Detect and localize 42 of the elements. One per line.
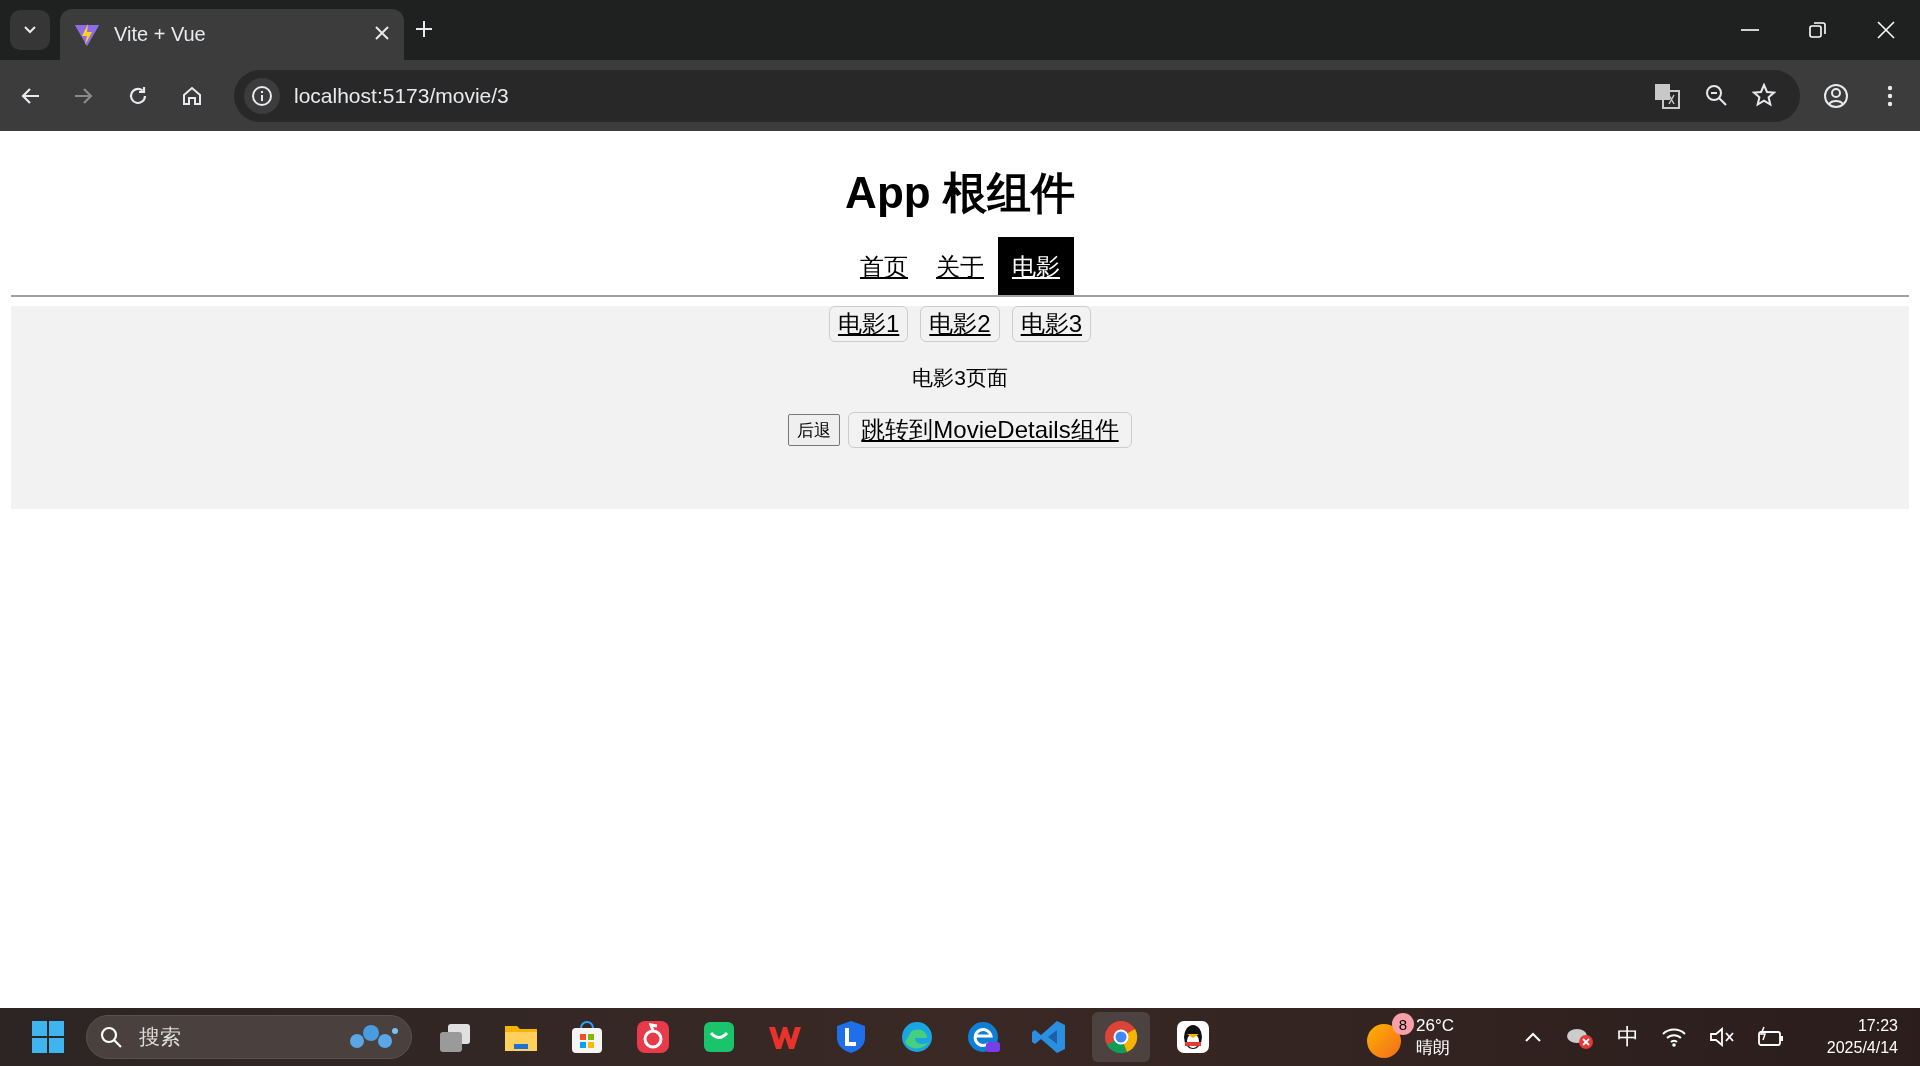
clock-time[interactable]: 17:23 <box>1857 1015 1898 1037</box>
reload-icon <box>127 84 149 107</box>
search-input-field[interactable]: 搜索 <box>137 1024 333 1050</box>
tab-title: Vite + Vue <box>114 23 207 46</box>
movie-link[interactable]: 电影3 <box>1011 306 1092 342</box>
temperature-text: 26°C <box>1416 1015 1454 1037</box>
nav-link[interactable]: 关于 <box>922 237 998 295</box>
navigate-button[interactable]: 跳转到MovieDetails组件 <box>848 412 1132 448</box>
url-text: localhost:5173/movie/3 <box>294 83 510 108</box>
kebab-menu-icon <box>1887 84 1893 107</box>
clock-date[interactable]: 2025/4/14 <box>1826 1037 1898 1059</box>
person-circle-icon <box>1823 82 1849 109</box>
muted-speaker-icon[interactable] <box>1708 1026 1735 1048</box>
wifi-icon[interactable] <box>1660 1026 1687 1048</box>
zoom-out-icon[interactable] <box>1704 82 1728 107</box>
minimize-icon <box>1741 29 1759 31</box>
battery-icon[interactable] <box>1756 1026 1785 1048</box>
star-icon[interactable] <box>1752 82 1776 107</box>
taskbar-search-field[interactable]: 搜索 <box>86 1015 412 1059</box>
input-method-indicator[interactable]: 中 <box>1616 1022 1639 1052</box>
address-bar[interactable]: localhost:5173/movie/3 <box>234 69 1800 122</box>
back-button[interactable]: 后退 <box>788 414 841 446</box>
lightning-logo-icon <box>74 22 100 47</box>
movie-link[interactable]: 电影2 <box>920 306 1000 342</box>
close-icon <box>1876 20 1896 40</box>
translate-icon[interactable] <box>1654 82 1680 109</box>
nav-link[interactable]: 首页 <box>846 237 922 295</box>
nav-link[interactable]: 电影 <box>998 237 1074 295</box>
home-icon <box>181 84 203 107</box>
info-icon[interactable] <box>251 84 273 107</box>
search-icon <box>99 1025 123 1049</box>
page-heading: App 根组件 <box>844 167 1076 219</box>
browser-tab[interactable]: Vite + Vue <box>60 9 404 60</box>
movie-link[interactable]: 电影1 <box>828 306 909 342</box>
plus-icon <box>414 18 434 39</box>
page-text: 电影3页面 <box>912 365 1008 391</box>
taskbar-app-button[interactable] <box>1092 1012 1150 1062</box>
notification-badge: 8 <box>1392 1013 1414 1035</box>
restore-icon <box>1808 20 1828 40</box>
close-icon <box>374 25 390 41</box>
penguin-icon <box>1174 1018 1212 1056</box>
weather-condition: 晴朗 <box>1416 1037 1451 1059</box>
